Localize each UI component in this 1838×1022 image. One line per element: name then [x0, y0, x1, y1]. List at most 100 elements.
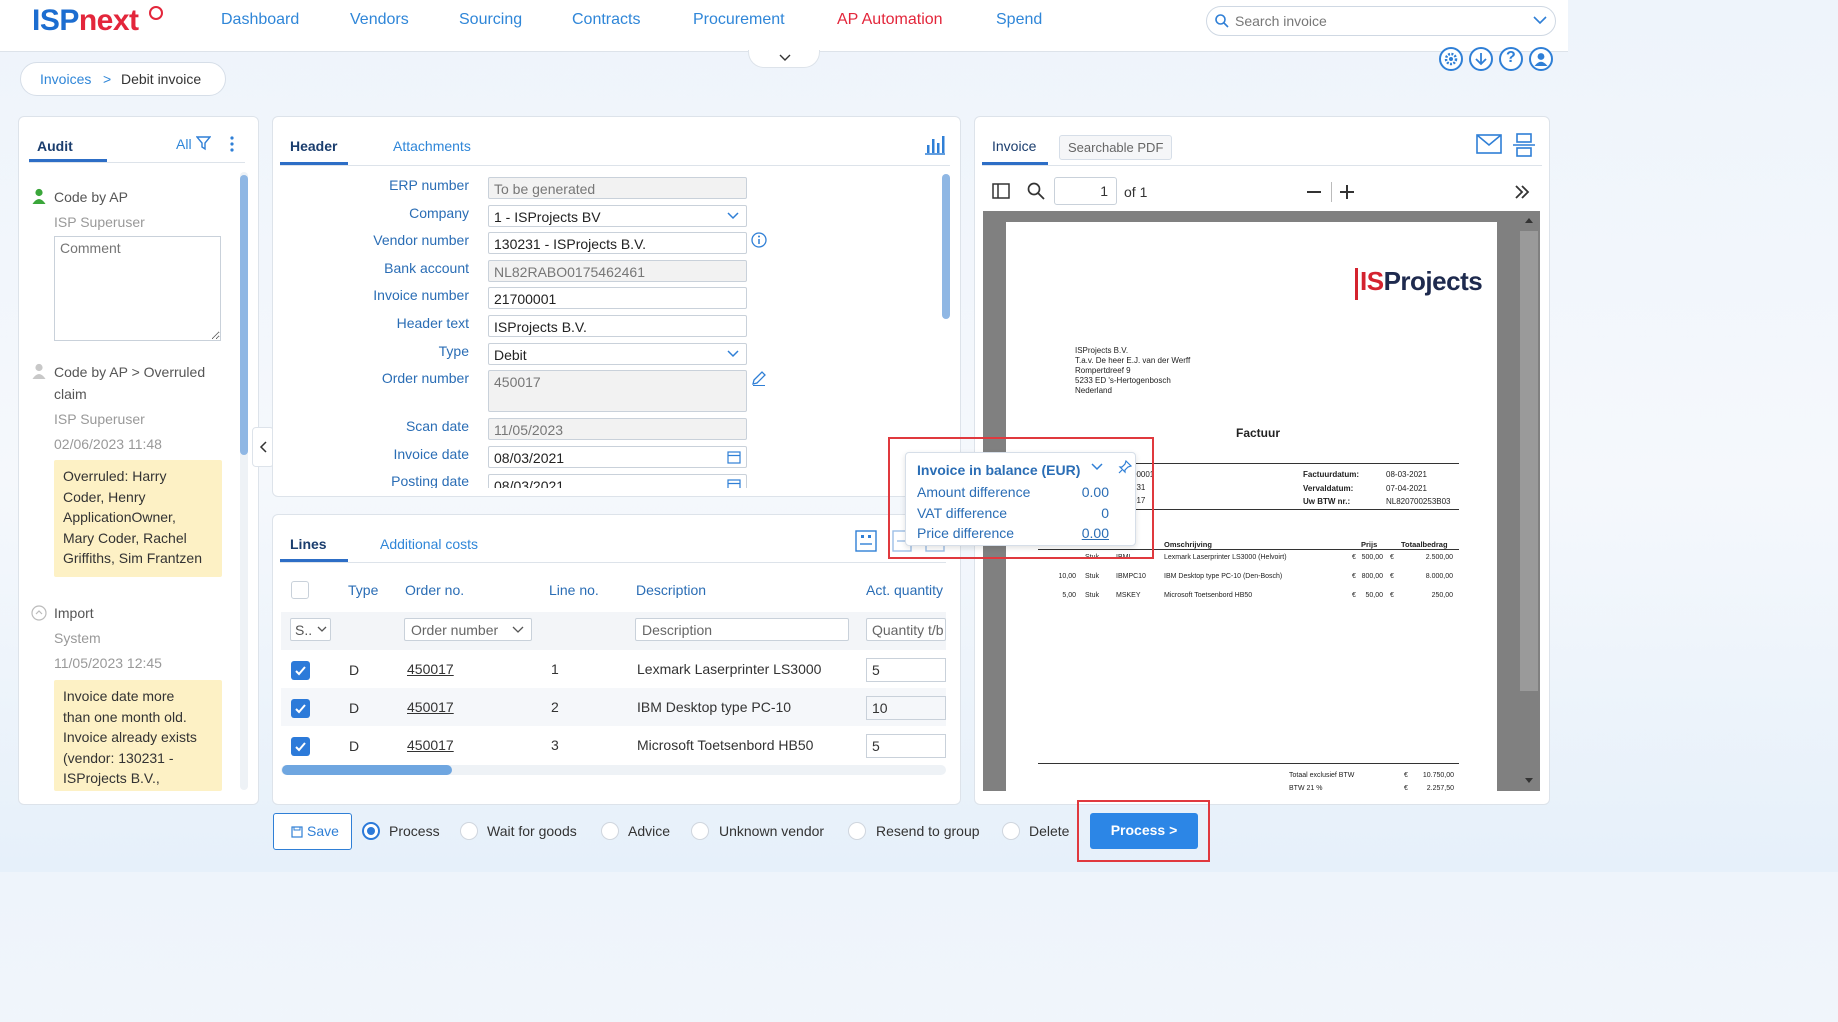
zoom-in-icon[interactable] — [1339, 184, 1355, 200]
audit-comment-textarea[interactable] — [54, 236, 221, 341]
mail-icon[interactable] — [1476, 134, 1502, 154]
save-button[interactable]: Save — [273, 813, 352, 850]
select-filter-dropdown[interactable]: S.. — [290, 618, 331, 641]
tab-header[interactable]: Header — [290, 138, 337, 154]
nav-spend[interactable]: Spend — [996, 11, 1042, 29]
pdf-line-qty: 5,00 — [1062, 592, 1076, 599]
invoice-tab-divider — [982, 165, 1542, 166]
search-icon[interactable] — [1027, 182, 1045, 200]
calendar-icon[interactable] — [727, 478, 741, 488]
more-vertical-icon[interactable] — [229, 135, 235, 153]
radio-process-label[interactable]: Process — [389, 823, 440, 839]
description-filter-input[interactable]: Description — [635, 618, 849, 641]
table-row[interactable] — [281, 650, 946, 688]
radio-advice-label[interactable]: Advice — [628, 823, 670, 839]
row-quantity-input[interactable]: 5 — [866, 734, 946, 758]
audit-filter-all[interactable]: All — [176, 136, 192, 152]
select-all-checkbox[interactable] — [291, 581, 309, 599]
zoom-out-icon[interactable] — [1306, 184, 1322, 200]
row-quantity-input[interactable]: 5 — [866, 658, 946, 682]
col-description[interactable]: Description — [636, 582, 706, 598]
nav-sourcing[interactable]: Sourcing — [459, 11, 522, 29]
radio-delete[interactable] — [1002, 822, 1020, 840]
nav-dashboard[interactable]: Dashboard — [221, 11, 299, 29]
audit-entry-title: Code by AP — [54, 189, 128, 205]
nav-contracts[interactable]: Contracts — [572, 11, 640, 29]
table-row[interactable] — [281, 726, 946, 764]
row-order-link[interactable]: 450017 — [407, 661, 454, 677]
nav-procurement[interactable]: Procurement — [693, 11, 785, 29]
radio-wait-for-goods-label[interactable]: Wait for goods — [487, 823, 577, 839]
radio-advice[interactable] — [601, 822, 619, 840]
header-collapse-toggle[interactable] — [748, 50, 820, 68]
info-icon[interactable] — [751, 232, 767, 248]
header-text-field[interactable]: ISProjects B.V. — [488, 315, 747, 337]
double-chevron-right-icon[interactable] — [1514, 185, 1530, 199]
vendor-number-field[interactable]: 130231 - ISProjects B.V. — [488, 232, 747, 254]
audit-tab-divider — [29, 162, 245, 163]
row-checkbox[interactable] — [291, 661, 310, 680]
col-line-no[interactable]: Line no. — [549, 582, 599, 598]
col-act-quantity[interactable]: Act. quantity — [866, 582, 943, 598]
row-checkbox[interactable] — [291, 737, 310, 756]
page-number-input[interactable]: 1 — [1054, 177, 1117, 205]
radio-resend-to-group-label[interactable]: Resend to group — [876, 823, 980, 839]
radio-unknown-vendor[interactable] — [691, 822, 709, 840]
download-icon[interactable] — [1469, 47, 1493, 71]
chevron-down-icon — [727, 212, 739, 220]
row-order-link[interactable]: 450017 — [407, 737, 454, 753]
row-checkbox[interactable] — [291, 699, 310, 718]
quantity-filter-input[interactable]: Quantity t/b — [866, 618, 946, 641]
tab-attachments[interactable]: Attachments — [393, 138, 471, 154]
calendar-icon[interactable] — [727, 450, 741, 464]
tab-additional-costs[interactable]: Additional costs — [380, 536, 478, 552]
audit-scrollbar-thumb[interactable] — [240, 175, 248, 455]
tab-audit[interactable]: Audit — [37, 138, 73, 154]
tab-searchable-pdf[interactable]: Searchable PDF — [1059, 135, 1172, 160]
search-invoice-input[interactable]: Search invoice — [1206, 6, 1556, 36]
invoice-date-field[interactable]: 08/03/2021 — [488, 446, 747, 468]
radio-resend-to-group[interactable] — [848, 822, 866, 840]
lines-hscroll-thumb[interactable] — [282, 765, 452, 775]
print-scan-icon[interactable] — [1512, 133, 1536, 157]
pdf-scrollbar-thumb[interactable] — [1520, 231, 1538, 691]
type-select[interactable]: Debit — [488, 343, 747, 365]
order-number-filter[interactable]: Order number — [404, 618, 532, 641]
scroll-down-icon[interactable] — [1524, 777, 1534, 784]
row-order-link[interactable]: 450017 — [407, 699, 454, 715]
help-icon[interactable]: ? — [1499, 47, 1523, 71]
invoice-number-field[interactable]: 21700001 — [488, 287, 747, 309]
settings-gear-icon[interactable] — [1439, 47, 1463, 71]
pdf-line-unit: Stuk — [1085, 592, 1100, 599]
radio-delete-label[interactable]: Delete — [1029, 823, 1069, 839]
row-quantity-input[interactable]: 10 — [866, 696, 946, 720]
chevron-down-icon[interactable] — [1533, 15, 1547, 25]
col-type[interactable]: Type — [348, 582, 378, 598]
nav-vendors[interactable]: Vendors — [350, 11, 409, 29]
sidebar-toggle-icon[interactable] — [992, 183, 1010, 199]
breadcrumb-invoices-link[interactable]: Invoices — [40, 71, 91, 87]
collapse-audit-button[interactable] — [252, 427, 274, 467]
radio-wait-for-goods[interactable] — [460, 822, 478, 840]
posting-date-field[interactable]: 08/03/2021 — [488, 474, 747, 488]
ispnext-logo[interactable]: ISPnext — [32, 4, 163, 44]
filter-icon[interactable] — [196, 136, 211, 151]
match-lines-icon[interactable] — [855, 530, 877, 552]
bar-chart-icon[interactable] — [924, 135, 946, 155]
nav-ap-automation[interactable]: AP Automation — [837, 11, 943, 29]
col-order-no[interactable]: Order no. — [405, 582, 464, 598]
scroll-up-icon[interactable] — [1524, 217, 1534, 224]
tab-lines[interactable]: Lines — [290, 536, 327, 552]
header-scrollbar-thumb[interactable] — [942, 174, 950, 319]
tab-invoice[interactable]: Invoice — [992, 138, 1036, 154]
pdf-totals-keys: Totaal exclusief BTW BTW 21 % — [1289, 772, 1355, 791]
header-tab-divider — [280, 165, 950, 166]
user-avatar-icon[interactable] — [1529, 47, 1553, 71]
radio-process[interactable] — [362, 822, 380, 840]
pdf-line-unit: Stuk — [1085, 573, 1100, 580]
company-select[interactable]: 1 - ISProjects BV — [488, 205, 747, 227]
audit-entry-timestamp: 11/05/2023 12:45 — [54, 655, 162, 671]
edit-pencil-icon[interactable] — [751, 370, 767, 386]
table-row[interactable] — [281, 688, 946, 726]
radio-unknown-vendor-label[interactable]: Unknown vendor — [719, 823, 824, 839]
